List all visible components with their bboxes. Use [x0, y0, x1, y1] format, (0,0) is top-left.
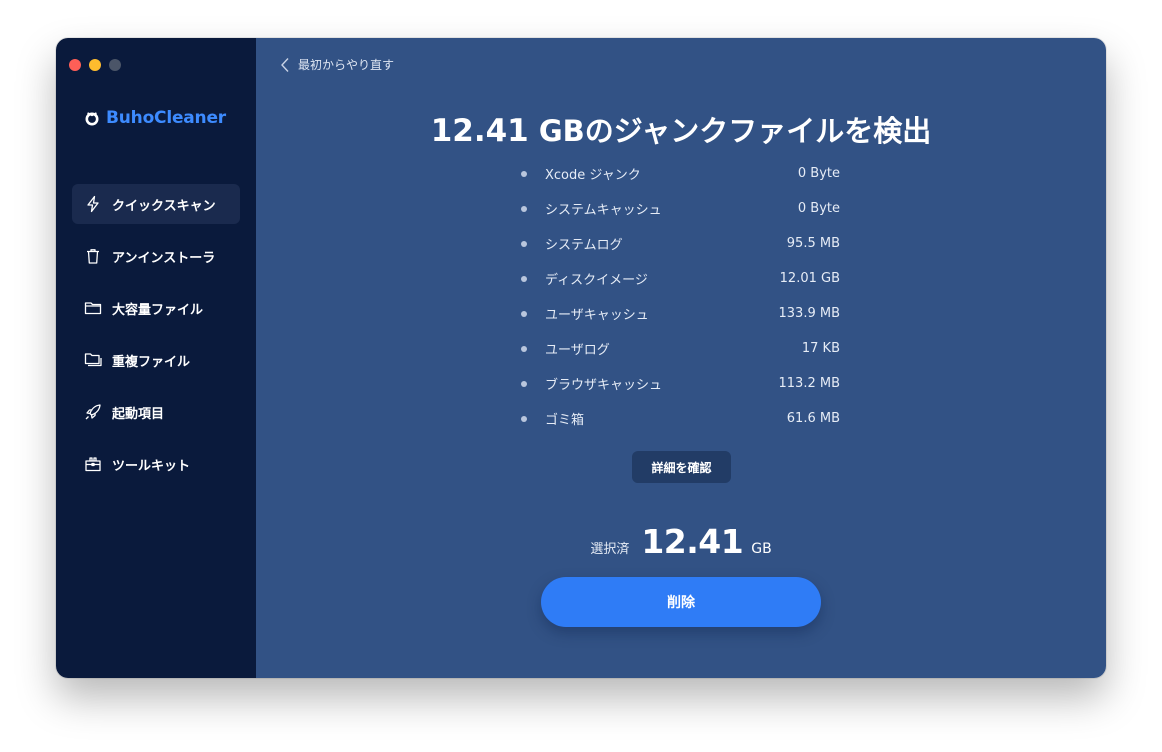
app-window: BuhoCleaner クイックスキャン アンインストーラ 大容量ファイル 重複…: [56, 38, 1106, 678]
category-label: システムキャッシュ: [545, 203, 662, 218]
category-label: ゴミ箱: [545, 413, 585, 428]
list-item: ユーザキャッシュ 133.9 MB: [520, 296, 840, 331]
minimize-window-button[interactable]: [89, 59, 101, 71]
delete-button[interactable]: 削除: [541, 577, 821, 627]
sidebar-item-uninstaller[interactable]: アンインストーラ: [72, 236, 240, 276]
buho-logo-icon: [85, 112, 99, 126]
category-size: 17 KB: [801, 341, 840, 356]
sidebar-item-label: 大容量ファイル: [112, 302, 204, 318]
start-over-label: 最初からやり直す: [298, 58, 395, 72]
bullet-icon: [521, 380, 527, 387]
category-size: 95.5 MB: [786, 236, 840, 251]
category-size: 133.9 MB: [778, 306, 840, 321]
list-item: システムログ 95.5 MB: [520, 226, 840, 261]
category-size: 12.01 GB: [779, 271, 840, 286]
view-details-button[interactable]: 詳細を確認: [632, 451, 731, 483]
lightning-icon: [84, 195, 102, 213]
sidebar-nav: クイックスキャン アンインストーラ 大容量ファイル 重複ファイル 起動項目 ツー…: [72, 184, 240, 496]
bullet-icon: [521, 170, 527, 177]
category-label: ユーザログ: [545, 343, 610, 358]
category-size: 0 Byte: [797, 166, 840, 181]
brand-name: BuhoCleaner: [106, 108, 226, 128]
start-over-link[interactable]: 最初からやり直す: [280, 56, 394, 73]
category-label: ブラウザキャッシュ: [545, 378, 663, 393]
toolbox-icon: [84, 455, 102, 473]
sidebar-item-quick-scan[interactable]: クイックスキャン: [72, 184, 240, 224]
sidebar: BuhoCleaner クイックスキャン アンインストーラ 大容量ファイル 重複…: [56, 38, 256, 678]
sidebar-item-label: クイックスキャン: [112, 198, 216, 214]
junk-size-number: 12.41: [430, 113, 529, 149]
category-label: ユーザキャッシュ: [545, 308, 649, 323]
bullet-icon: [521, 205, 527, 212]
junk-headline-text: GBのジャンクファイルを検出: [528, 114, 932, 148]
duplicate-folder-icon: [84, 351, 102, 369]
brand-logo: BuhoCleaner: [84, 108, 226, 128]
category-size: 113.2 MB: [778, 376, 840, 391]
sidebar-item-label: ツールキット: [112, 458, 191, 474]
selected-value: 12.41: [641, 522, 744, 561]
selected-total: 選択済 12.41 GB: [256, 522, 1106, 561]
category-label: システムログ: [545, 238, 623, 253]
sidebar-item-label: 重複ファイル: [112, 354, 191, 370]
selected-label: 選択済: [590, 542, 630, 557]
list-item: システムキャッシュ 0 Byte: [520, 191, 840, 226]
sidebar-item-duplicate-files[interactable]: 重複ファイル: [72, 340, 240, 380]
category-size: 0 Byte: [797, 201, 840, 216]
bullet-icon: [521, 240, 527, 247]
category-label: Xcode ジャンク: [545, 168, 641, 183]
sidebar-item-large-files[interactable]: 大容量ファイル: [72, 288, 240, 328]
sidebar-item-label: 起動項目: [112, 406, 165, 422]
sidebar-item-startup-items[interactable]: 起動項目: [72, 392, 240, 432]
bullet-icon: [521, 310, 527, 317]
folder-icon: [84, 299, 102, 317]
bullet-icon: [521, 415, 527, 422]
sidebar-item-label: アンインストーラ: [112, 250, 216, 266]
window-controls: [69, 59, 121, 71]
category-size: 61.6 MB: [786, 411, 840, 426]
rocket-icon: [84, 403, 102, 421]
list-item: ユーザログ 17 KB: [520, 331, 840, 366]
list-item: Xcode ジャンク 0 Byte: [520, 156, 840, 191]
main-panel: 最初からやり直す 12.41 GBのジャンクファイルを検出 Xcode ジャンク…: [256, 38, 1106, 678]
list-item: ゴミ箱 61.6 MB: [520, 401, 840, 436]
selected-unit: GB: [751, 541, 772, 557]
sidebar-item-toolkit[interactable]: ツールキット: [72, 444, 240, 484]
bullet-icon: [521, 345, 527, 352]
list-item: ディスクイメージ 12.01 GB: [520, 261, 840, 296]
chevron-left-icon: [281, 57, 289, 72]
list-item: ブラウザキャッシュ 113.2 MB: [520, 366, 840, 401]
bullet-icon: [521, 275, 527, 282]
close-window-button[interactable]: [69, 59, 81, 71]
category-label: ディスクイメージ: [545, 273, 648, 288]
junk-category-list: Xcode ジャンク 0 Byte システムキャッシュ 0 Byte システムロ…: [520, 156, 840, 436]
trash-icon: [84, 247, 102, 265]
zoom-window-button[interactable]: [109, 59, 121, 71]
page-title: 12.41 GBのジャンクファイルを検出: [256, 108, 1106, 150]
